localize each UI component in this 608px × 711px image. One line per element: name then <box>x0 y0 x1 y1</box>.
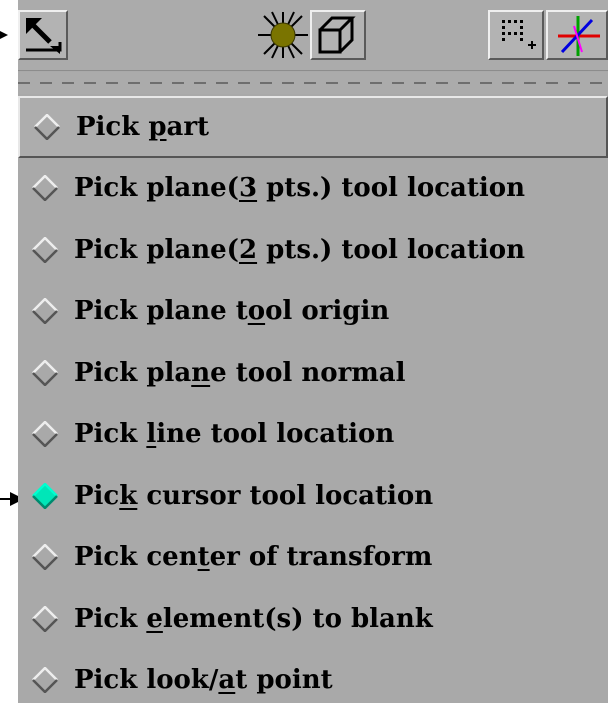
light-icon <box>256 10 310 60</box>
pick-menu-panel: Pick part Pick plane(3 pts.) tool locatio… <box>18 0 608 703</box>
box-icon <box>312 12 364 58</box>
menu-item-label: Pick plane(3 pts.) tool location <box>74 173 525 203</box>
radio-diamond-icon <box>32 606 58 632</box>
select-region-icon <box>490 12 542 58</box>
menu-item-label: Pick center of transform <box>74 542 432 572</box>
pick-mode-icon <box>20 12 66 58</box>
menu-item[interactable]: Pick part <box>18 96 608 158</box>
menu-item[interactable]: Pick plane(2 pts.) tool location <box>18 219 608 281</box>
radio-diamond-icon <box>32 421 58 447</box>
menu-item-label: Pick plane(2 pts.) tool location <box>74 235 525 265</box>
radio-diamond-selected-icon <box>32 483 58 509</box>
axis-triad-button[interactable] <box>546 10 608 60</box>
axis-triad-icon <box>548 12 606 58</box>
menu-item[interactable]: Pick plane tool normal <box>18 342 608 404</box>
menu-item-label: Pick cursor tool location <box>74 481 433 511</box>
toolbar <box>18 0 608 71</box>
radio-diamond-icon <box>34 114 60 140</box>
menu-item-label: Pick plane tool normal <box>74 358 406 388</box>
radio-diamond-icon <box>32 360 58 386</box>
menu-item-label: Pick element(s) to blank <box>74 604 433 634</box>
light-button[interactable] <box>256 10 310 60</box>
menu-item[interactable]: Pick line tool location <box>18 404 608 466</box>
menu-item-label: Pick plane tool origin <box>74 296 389 326</box>
menu-item-label: Pick look/at point <box>74 665 333 695</box>
menu-item[interactable]: Pick element(s) to blank <box>18 588 608 650</box>
radio-diamond-icon <box>32 237 58 263</box>
menu-item[interactable]: Pick plane(3 pts.) tool location <box>18 158 608 220</box>
menu-item[interactable]: Pick look/at point <box>18 650 608 711</box>
menu-item-label: Pick part <box>76 112 209 142</box>
menu-item-label: Pick line tool location <box>74 419 394 449</box>
pick-mode-button[interactable] <box>18 10 68 60</box>
menu-item[interactable]: Pick center of transform <box>18 527 608 589</box>
menu-tearoff-line[interactable] <box>18 72 608 94</box>
select-region-button[interactable] <box>488 10 544 60</box>
annotation-arrow <box>0 34 6 36</box>
box-view-button[interactable] <box>310 10 366 60</box>
menu-item[interactable]: Pick plane tool origin <box>18 281 608 343</box>
radio-diamond-icon <box>32 667 58 693</box>
pick-menu-list: Pick part Pick plane(3 pts.) tool locatio… <box>18 96 608 711</box>
radio-diamond-icon <box>32 175 58 201</box>
radio-diamond-icon <box>32 544 58 570</box>
radio-diamond-icon <box>32 298 58 324</box>
menu-item[interactable]: Pick cursor tool location <box>18 465 608 527</box>
